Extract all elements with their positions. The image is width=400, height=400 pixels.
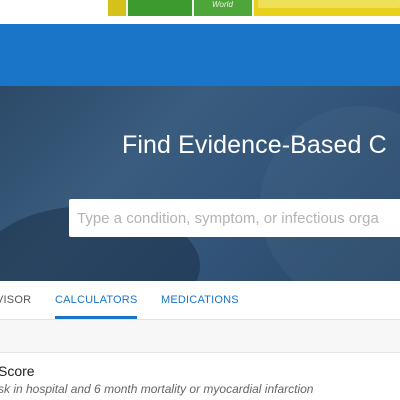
active-tab-indicator bbox=[55, 316, 137, 319]
ad-banner[interactable]: World bbox=[108, 0, 400, 16]
tab-calculators[interactable]: CALCULATORS bbox=[55, 294, 137, 306]
tab-medications[interactable]: MEDICATIONS bbox=[161, 294, 239, 306]
list-header-bar bbox=[0, 320, 400, 353]
tab-advisor[interactable]: VISOR bbox=[0, 294, 31, 306]
ad-text: World bbox=[212, 0, 233, 9]
result-title[interactable]: Score bbox=[0, 363, 35, 379]
top-navigation-bar bbox=[0, 24, 400, 86]
hero-section: Find Evidence-Based C bbox=[0, 86, 400, 281]
advertisement-strip[interactable]: World bbox=[0, 0, 400, 16]
ad-thumbnail: World bbox=[194, 0, 254, 16]
result-description: sk in hospital and 6 month mortality or … bbox=[0, 382, 314, 396]
content-tabs: VISOR CALCULATORS MEDICATIONS bbox=[0, 281, 400, 320]
ad-thumbnail bbox=[126, 0, 194, 16]
ad-slogan bbox=[258, 0, 400, 8]
ad-panel bbox=[108, 0, 126, 16]
hero-title: Find Evidence-Based C bbox=[122, 131, 387, 159]
list-item[interactable]: Score sk in hospital and 6 month mortali… bbox=[0, 354, 400, 400]
search-input[interactable] bbox=[69, 199, 400, 237]
search-box[interactable] bbox=[69, 199, 400, 237]
